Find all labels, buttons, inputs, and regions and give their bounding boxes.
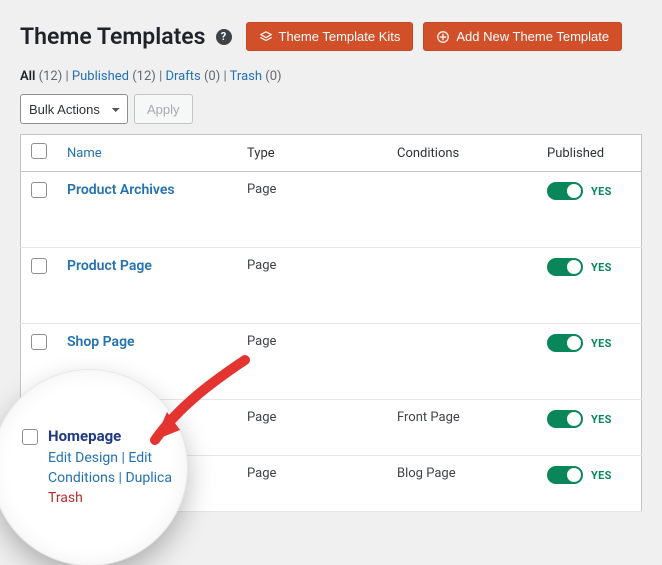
filter-trash[interactable]: Trash bbox=[230, 69, 262, 84]
layers-icon bbox=[259, 30, 273, 44]
page-title: Theme Templates bbox=[20, 23, 206, 50]
row-conditions: Blog Page bbox=[387, 456, 537, 512]
table-row: Product Archives Page YES bbox=[21, 172, 642, 248]
theme-template-kits-button[interactable]: Theme Template Kits bbox=[246, 22, 414, 51]
toggle-label: YES bbox=[591, 261, 612, 274]
toggle-label: YES bbox=[591, 413, 612, 426]
table-row: Product Page Page YES bbox=[21, 248, 642, 324]
published-toggle[interactable] bbox=[547, 258, 583, 276]
column-conditions: Conditions bbox=[387, 135, 537, 172]
published-toggle[interactable] bbox=[547, 334, 583, 352]
duplicate-link[interactable]: Duplica bbox=[125, 470, 172, 486]
column-name[interactable]: Name bbox=[57, 135, 237, 172]
magnified-title[interactable]: Homepage bbox=[48, 426, 182, 448]
row-conditions bbox=[387, 324, 537, 400]
filter-published[interactable]: Published bbox=[72, 69, 129, 84]
row-title-link[interactable]: Product Page bbox=[67, 258, 152, 274]
row-title-link[interactable]: Shop Page bbox=[67, 334, 135, 350]
row-type: Page bbox=[237, 400, 387, 456]
row-type: Page bbox=[237, 172, 387, 248]
column-type: Type bbox=[237, 135, 387, 172]
column-published: Published bbox=[537, 135, 642, 172]
toggle-label: YES bbox=[591, 185, 612, 198]
filter-all[interactable]: All bbox=[20, 69, 35, 84]
status-filters: All (12) | Published (12) | Drafts (0) |… bbox=[20, 69, 642, 84]
help-icon[interactable]: ? bbox=[216, 29, 232, 45]
row-checkbox[interactable] bbox=[31, 258, 47, 274]
plus-circle-icon bbox=[436, 30, 450, 44]
trash-link[interactable]: Trash bbox=[48, 490, 83, 506]
toggle-label: YES bbox=[591, 337, 612, 350]
select-all-checkbox[interactable] bbox=[31, 143, 47, 159]
published-toggle[interactable] bbox=[547, 410, 583, 428]
row-conditions bbox=[387, 248, 537, 324]
toggle-label: YES bbox=[591, 469, 612, 482]
edit-design-link[interactable]: Edit Design bbox=[48, 450, 118, 466]
row-conditions bbox=[387, 172, 537, 248]
add-new-template-button[interactable]: Add New Theme Template bbox=[423, 22, 622, 51]
filter-drafts[interactable]: Drafts bbox=[165, 69, 200, 84]
published-toggle[interactable] bbox=[547, 182, 583, 200]
row-checkbox[interactable] bbox=[31, 182, 47, 198]
row-checkbox[interactable] bbox=[31, 334, 47, 350]
row-type: Page bbox=[237, 456, 387, 512]
magnifier-overlay: Homepage Edit Design | Edit Conditions |… bbox=[0, 370, 187, 565]
row-type: Page bbox=[237, 324, 387, 400]
row-type: Page bbox=[237, 248, 387, 324]
published-toggle[interactable] bbox=[547, 466, 583, 484]
row-checkbox[interactable] bbox=[22, 429, 38, 445]
apply-button[interactable]: Apply bbox=[134, 94, 193, 124]
row-conditions: Front Page bbox=[387, 400, 537, 456]
row-title-link[interactable]: Product Archives bbox=[67, 182, 175, 198]
bulk-actions-select[interactable]: Bulk Actions bbox=[20, 94, 128, 124]
